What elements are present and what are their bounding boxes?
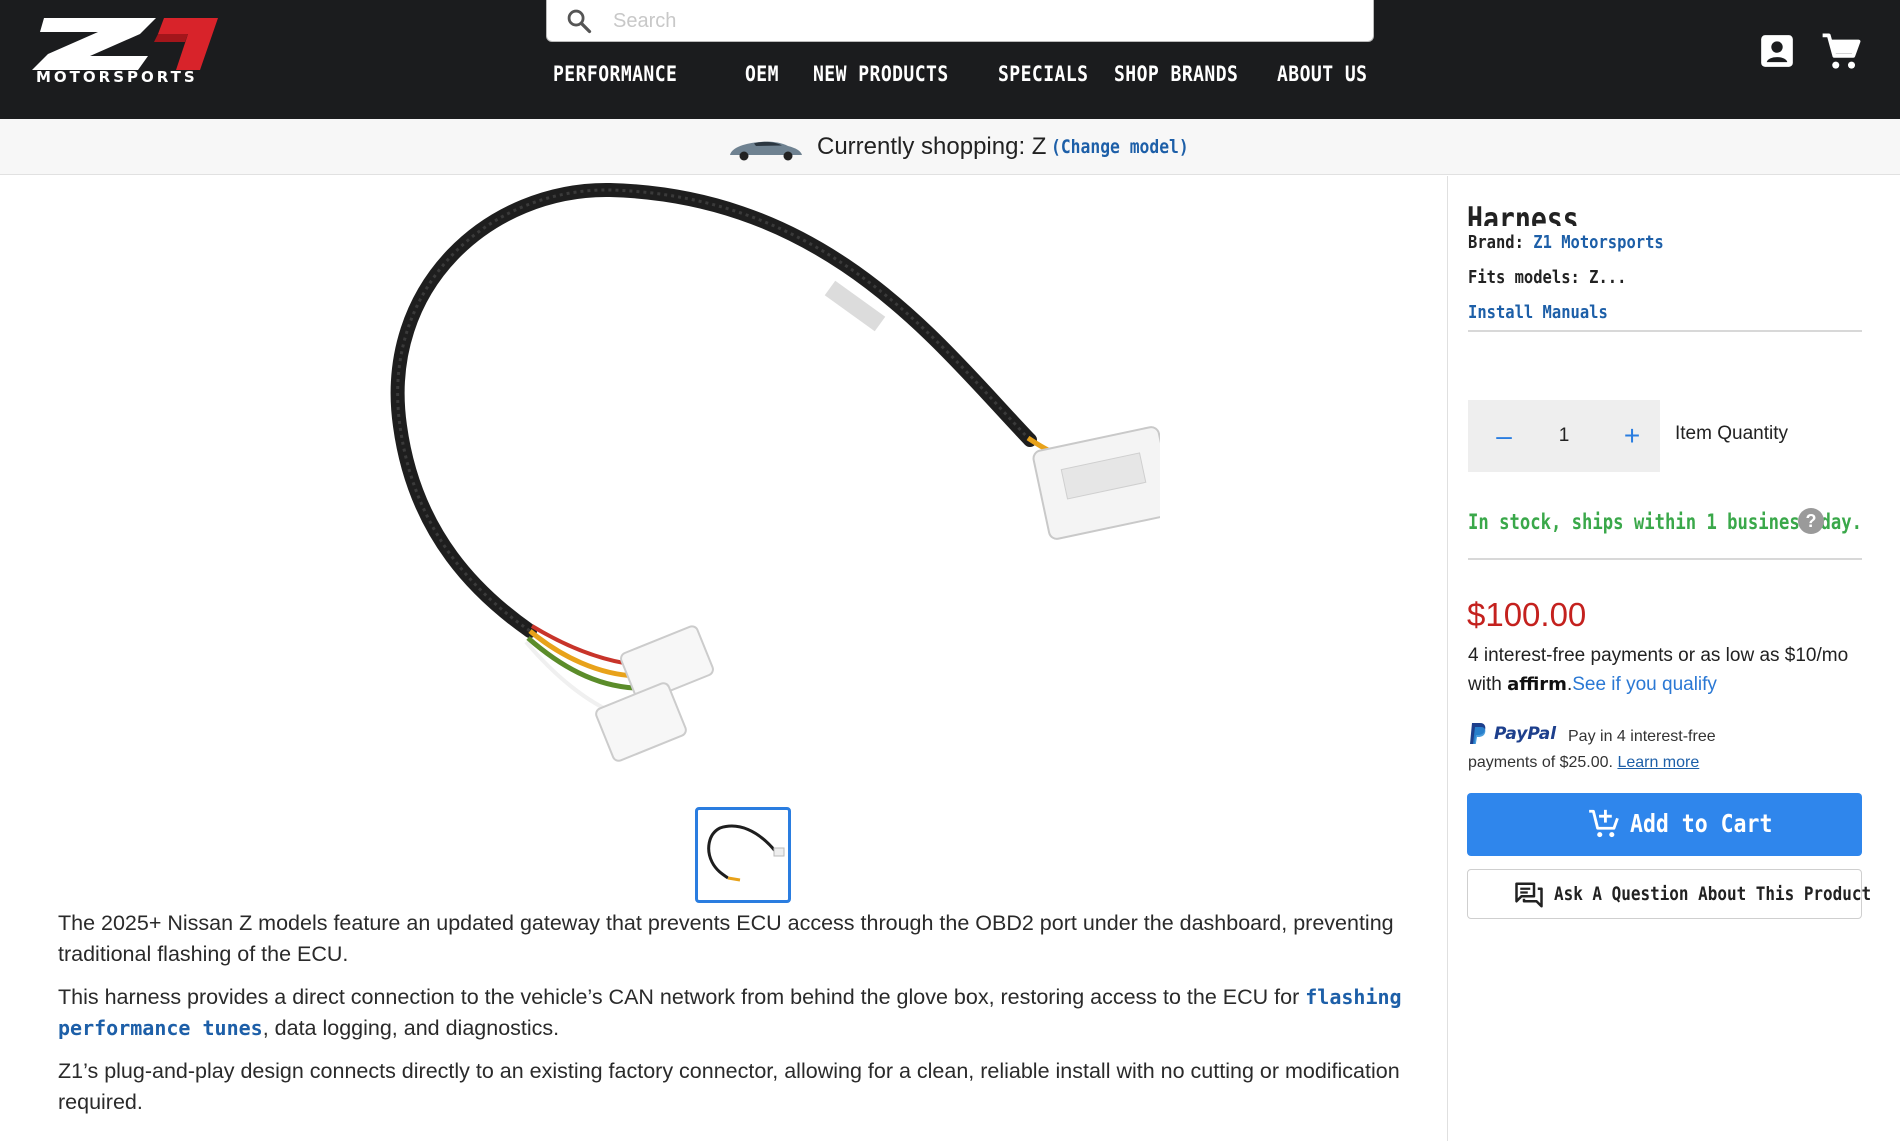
thumbnail-image (707, 824, 785, 882)
divider-2 (1468, 558, 1862, 560)
ask-question-button[interactable]: Ask A Question About This Product (1467, 869, 1871, 919)
quantity-decrement-button[interactable]: – (1482, 414, 1526, 458)
paypal-line-2: payments of $25.00. (1468, 754, 1613, 771)
nav-new-products[interactable]: NEW PRODUCTS (813, 62, 949, 86)
product-price: $100.00 (1467, 596, 1587, 633)
search-bar[interactable] (546, 0, 1374, 42)
search-icon[interactable] (565, 7, 593, 35)
logo-text: MOTORSPORTS (36, 68, 198, 86)
install-manuals-row: Install Manuals (1468, 302, 1608, 323)
car-icon (730, 141, 802, 161)
fits-models-row: Fits models: Z... (1468, 267, 1626, 288)
description-paragraph-2: This harness provides a direct connectio… (58, 982, 1428, 1044)
description-p2-end: , data logging, and diagnostics. (262, 1016, 560, 1040)
brand-link[interactable]: Z1 Motorsports (1533, 232, 1663, 253)
obd-connector (1032, 426, 1160, 540)
affirm-with: with (1468, 674, 1502, 695)
current-model-bar: Currently shopping: Z (Change model) (0, 119, 1900, 175)
description-p2-text: This harness provides a direct connectio… (58, 985, 1306, 1009)
quantity-stepper: – + (1468, 400, 1660, 472)
nav-shop-brands[interactable]: SHOP BRANDS (1114, 62, 1238, 86)
brand-row: Brand: Z1 Motorsports (1468, 232, 1664, 253)
affirm-financing: 4 interest-free payments or as low as $1… (1468, 645, 1849, 695)
ask-question-label: Ask A Question About This Product (1554, 883, 1872, 905)
nav-oem[interactable]: OEM (745, 62, 779, 86)
column-divider (1447, 176, 1448, 1141)
search-input[interactable] (613, 6, 1353, 36)
product-title: Harness (1467, 200, 1579, 226)
change-model-link[interactable]: (Change model) (1051, 136, 1189, 158)
brand-label: Brand: (1468, 232, 1524, 253)
account-icon[interactable] (1758, 32, 1796, 70)
divider-1 (1468, 330, 1862, 332)
affirm-text: 4 interest-free payments or as low as $1… (1468, 645, 1849, 666)
affirm-qualify-link[interactable]: See if you qualify (1572, 674, 1717, 695)
description-paragraph-3: Z1’s plug-and-play design connects direc… (58, 1059, 1400, 1114)
description-paragraph-1: The 2025+ Nissan Z models feature an upd… (58, 911, 1394, 966)
quantity-input[interactable] (1534, 418, 1594, 454)
product-thumbnail[interactable] (695, 807, 791, 903)
quantity-increment-button[interactable]: + (1610, 414, 1654, 458)
product-title-area: Harness (1467, 176, 1867, 226)
item-quantity-label: Item Quantity (1675, 423, 1788, 444)
paypal-learn-more-link[interactable]: Learn more (1617, 754, 1699, 771)
add-to-cart-button[interactable]: Add to Cart (1467, 793, 1862, 856)
paypal-line-1: Pay in 4 interest-free (1568, 728, 1716, 745)
product-image[interactable] (380, 176, 1160, 776)
fits-models-value[interactable]: Z... (1589, 267, 1626, 288)
currently-shopping-text: Currently shopping: Z (817, 133, 1047, 160)
question-chat-icon (1515, 882, 1543, 908)
nav-performance[interactable]: PERFORMANCE (553, 62, 677, 86)
nav-about-us[interactable]: ABOUT US (1277, 62, 1367, 86)
cart-icon[interactable] (1820, 31, 1862, 73)
z1-logo-mark (32, 18, 218, 70)
site-header: MOTORSPORTS PERFORMANCE OEM NEW PRODUCTS… (0, 0, 1900, 119)
nav-specials[interactable]: SPECIALS (998, 62, 1088, 86)
fits-models-label: Fits models: (1468, 267, 1580, 288)
affirm-logo: affirm (1507, 674, 1567, 695)
paypal-pay-later: Pay in 4 interest-free payments of $25.0… (1468, 724, 1768, 776)
add-to-cart-icon (1589, 809, 1619, 838)
install-manuals-link[interactable]: Install Manuals (1468, 302, 1608, 323)
help-icon[interactable]: ? (1798, 508, 1824, 534)
add-to-cart-label: Add to Cart (1630, 809, 1773, 838)
